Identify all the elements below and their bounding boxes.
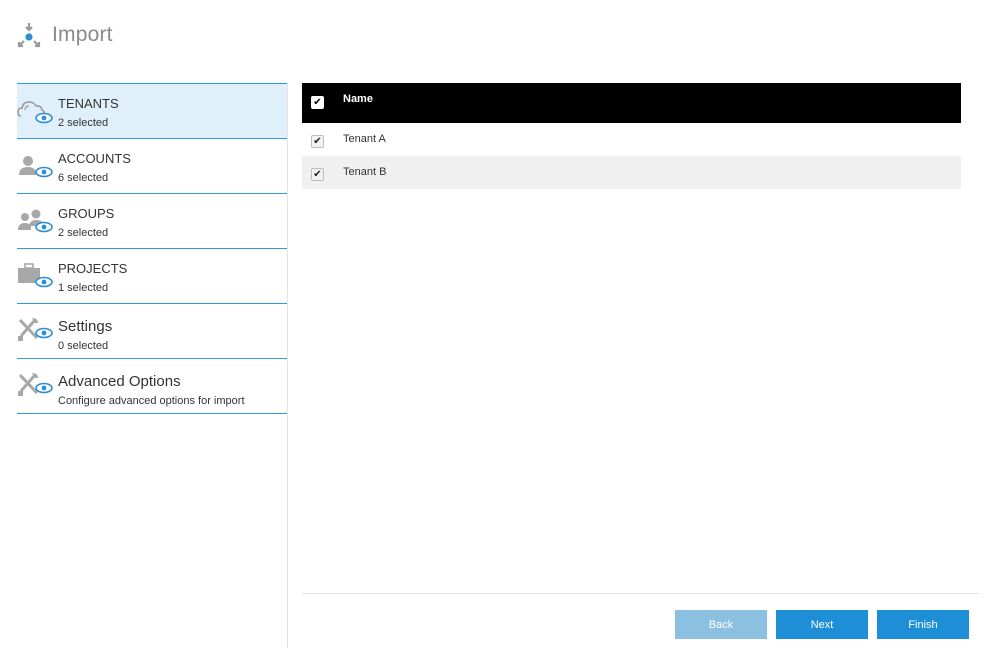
table-header: ✔ Name — [302, 83, 961, 123]
sidebar-item-description: Configure advanced options for import — [58, 395, 245, 407]
vertical-divider — [287, 83, 288, 648]
sidebar-item-count: 0 selected — [58, 340, 109, 352]
sidebar-item-label: Advanced Options — [58, 373, 181, 390]
tenant-name: Tenant B — [343, 166, 387, 178]
sidebar-item-projects[interactable]: PROJECTS 1 selected — [17, 249, 287, 304]
projects-briefcase-eye-icon — [18, 263, 53, 288]
page-header: Import — [16, 18, 113, 52]
import-icon — [17, 23, 41, 48]
sidebar-item-groups[interactable]: GROUPS 2 selected — [17, 194, 287, 249]
back-button[interactable]: Back — [675, 610, 767, 639]
accounts-user-eye-icon — [19, 156, 53, 178]
page-title: Import — [52, 23, 113, 46]
next-button[interactable]: Next — [776, 610, 868, 639]
sidebar-item-advanced-options[interactable]: Advanced Options Configure advanced opti… — [17, 359, 287, 414]
sidebar-item-tenants[interactable]: TENANTS 2 selected — [17, 83, 287, 139]
sidebar: TENANTS 2 selected ACCOUNTS 6 selected G… — [17, 83, 287, 414]
table-row[interactable]: ✔ Tenant B — [302, 156, 961, 189]
sidebar-item-count: 6 selected — [58, 172, 109, 184]
tenant-name: Tenant A — [343, 133, 386, 145]
sidebar-item-count: 2 selected — [58, 227, 109, 239]
settings-tools-eye-icon — [18, 318, 53, 341]
import-page: Import TENANTS 2 selected ACCOUNTS 6 sel… — [0, 0, 986, 648]
sidebar-item-label: Settings — [58, 318, 113, 335]
sidebar-item-accounts[interactable]: ACCOUNTS 6 selected — [17, 139, 287, 194]
sidebar-item-settings[interactable]: Settings 0 selected — [17, 304, 287, 359]
table-row[interactable]: ✔ Tenant A — [302, 123, 961, 156]
tenants-cloud-eye-icon — [17, 101, 53, 124]
finish-button[interactable]: Finish — [877, 610, 969, 639]
sidebar-item-label: PROJECTS — [58, 261, 128, 276]
sidebar-item-count: 2 selected — [58, 117, 109, 129]
sidebar-item-label: GROUPS — [58, 206, 115, 221]
row-checkbox[interactable]: ✔ — [311, 135, 324, 148]
row-checkbox[interactable]: ✔ — [311, 168, 324, 181]
sidebar-item-label: TENANTS — [58, 96, 119, 111]
sidebar-item-count: 1 selected — [58, 282, 109, 294]
footer-divider — [302, 593, 979, 594]
column-header-name[interactable]: Name — [343, 93, 373, 105]
select-all-checkbox[interactable]: ✔ — [311, 96, 324, 109]
sidebar-item-label: ACCOUNTS — [58, 151, 131, 166]
groups-users-eye-icon — [18, 209, 53, 233]
tenants-table: ✔ Name ✔ Tenant A ✔ Tenant B — [302, 83, 961, 189]
advanced-tools-eye-icon — [18, 373, 53, 396]
